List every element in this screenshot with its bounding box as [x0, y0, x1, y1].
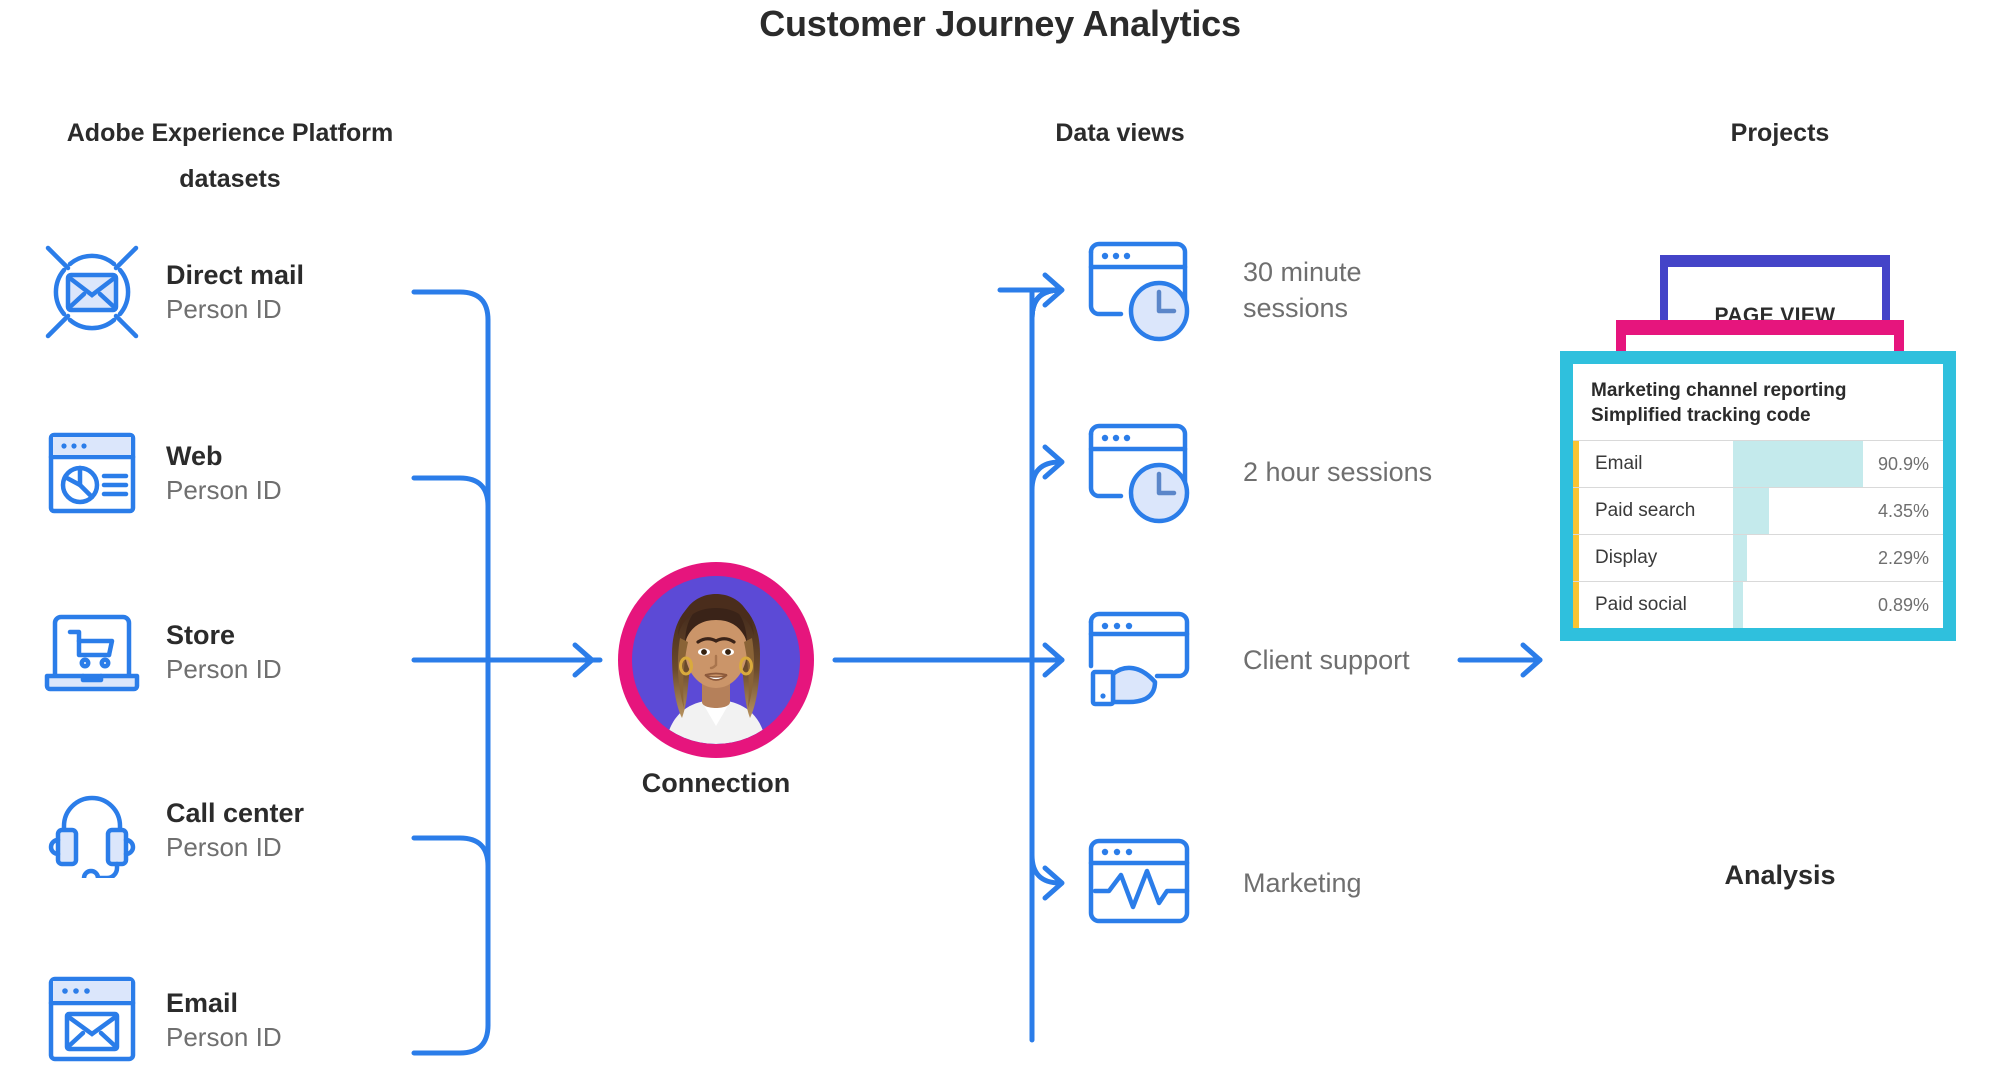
row-value-bar	[1733, 535, 1747, 581]
dataset-name: Store	[166, 620, 236, 650]
dataset-row[interactable]: Direct mail Person ID	[40, 237, 460, 347]
dataview-label: 30 minute sessions	[1243, 257, 1362, 323]
channel-value: 90.9%	[1877, 453, 1929, 474]
analysis-heading-line1: Marketing channel reporting	[1591, 380, 1847, 401]
analysis-caption: Analysis	[1724, 860, 1836, 890]
row-value-bar	[1733, 441, 1863, 487]
browser-clock-icon	[1085, 417, 1215, 527]
channel-name: Paid social	[1595, 594, 1687, 615]
laptop-cart-icon	[40, 600, 144, 704]
browser-piechart-icon	[40, 421, 144, 525]
column-header-dataviews: Data views	[1055, 119, 1185, 147]
channel-name: Email	[1595, 453, 1643, 474]
dataset-text: Direct mail Person ID	[166, 258, 304, 326]
envelope-broadcast-icon	[40, 240, 144, 344]
row-value-bar	[1733, 488, 1769, 534]
dataset-text: Web Person ID	[166, 439, 282, 507]
dataset-name: Email	[166, 988, 239, 1018]
channel-name: Paid search	[1595, 500, 1696, 521]
projects-card-stack: PAGE VIEW TOTAL REVENUE $16.3M Marketing…	[1560, 255, 1980, 815]
analysis-heading-line2: Simplified tracking code	[1591, 405, 1811, 426]
channel-value: 0.89%	[1877, 594, 1929, 615]
avatar	[632, 576, 800, 744]
page-title: Customer Journey Analytics	[759, 3, 1241, 44]
dataset-text: Email Person ID	[166, 986, 282, 1054]
marketing-channel-table: Email 90.9% Paid search 4.35% Display 2.…	[1573, 440, 1943, 628]
channel-name: Display	[1595, 547, 1658, 568]
browser-envelope-icon	[40, 968, 144, 1072]
dataset-name: Call center	[166, 798, 305, 828]
headset-icon	[40, 778, 144, 882]
table-row[interactable]: Paid social 0.89%	[1573, 581, 1943, 628]
channel-value: 4.35%	[1877, 500, 1929, 521]
dataset-id-label: Person ID	[166, 654, 282, 684]
diagram-canvas: Customer Journey Analytics Adobe Experie…	[0, 0, 2000, 1088]
dataset-id-label: Person ID	[166, 1022, 282, 1052]
dataset-id-label: Person ID	[166, 475, 282, 505]
analysis-card[interactable]: Marketing channel reporting Simplified t…	[1560, 351, 1956, 641]
dataset-row[interactable]: Store Person ID	[40, 597, 460, 707]
analysis-heading: Marketing channel reporting Simplified t…	[1573, 364, 1943, 440]
row-accent-bar	[1573, 535, 1579, 581]
table-row[interactable]: Paid search 4.35%	[1573, 487, 1943, 534]
browser-chat-hand-icon	[1085, 605, 1215, 715]
dataset-row[interactable]: Web Person ID	[40, 418, 460, 528]
dataset-row[interactable]: Call center Person ID	[40, 775, 460, 885]
dataview-row[interactable]: Client support	[1085, 605, 1545, 715]
column-header-datasets: Adobe Experience Platform datasets	[66, 119, 394, 193]
browser-trendline-icon	[1085, 828, 1215, 938]
dataset-id-label: Person ID	[166, 832, 282, 862]
connection-node[interactable]	[618, 562, 814, 758]
row-value-bar	[1733, 582, 1743, 628]
dataset-name: Web	[166, 441, 223, 471]
column-header-projects: Projects	[1730, 119, 1830, 147]
dataview-label: 2 hour sessions	[1243, 457, 1433, 487]
browser-clock-icon	[1085, 235, 1215, 345]
dataset-name: Direct mail	[166, 260, 305, 290]
row-accent-bar	[1573, 582, 1579, 628]
connection-label: Connection	[641, 768, 791, 798]
channel-value: 2.29%	[1877, 547, 1929, 568]
dataview-row[interactable]: 2 hour sessions	[1085, 417, 1545, 527]
dataset-row[interactable]: Email Person ID	[40, 965, 460, 1075]
row-accent-bar	[1573, 441, 1579, 487]
row-accent-bar	[1573, 488, 1579, 534]
dataset-text: Store Person ID	[166, 618, 282, 686]
dataview-row[interactable]: 30 minute sessions	[1085, 235, 1545, 345]
dataview-row[interactable]: Marketing	[1085, 828, 1545, 938]
dataview-label: Marketing	[1243, 868, 1362, 898]
analysis-card-body: Marketing channel reporting Simplified t…	[1573, 364, 1943, 628]
dataset-text: Call center Person ID	[166, 796, 304, 864]
table-row[interactable]: Display 2.29%	[1573, 534, 1943, 581]
dataset-id-label: Person ID	[166, 294, 282, 324]
dataview-label: Client support	[1243, 645, 1410, 675]
table-row[interactable]: Email 90.9%	[1573, 440, 1943, 487]
